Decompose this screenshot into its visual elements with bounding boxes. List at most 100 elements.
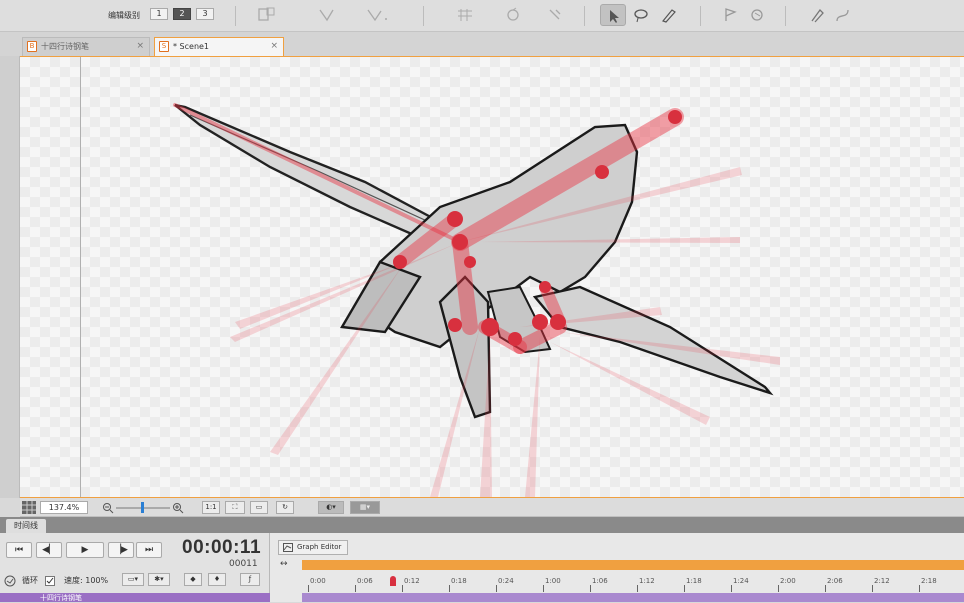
playhead[interactable] <box>390 576 396 586</box>
ruler-label: 1:00 <box>545 577 561 585</box>
fit-window-icon[interactable]: ⛶ <box>225 501 245 514</box>
frame-number: 00011 <box>229 559 258 569</box>
ruler-label: 1:24 <box>733 577 749 585</box>
level-1-button[interactable]: 1 <box>150 8 168 20</box>
ruler-tick <box>543 585 544 592</box>
onion-skin-icon[interactable] <box>4 575 16 587</box>
timeline-header: 时间线 <box>0 517 964 533</box>
bone-joint[interactable] <box>393 255 407 269</box>
loop-checkbox[interactable] <box>45 576 55 586</box>
rotate-tool-icon[interactable] <box>500 4 526 26</box>
go-to-end-button[interactable]: ⏭ <box>136 542 162 558</box>
scene-icon: S <box>159 41 169 52</box>
transform-tool-icon[interactable] <box>254 4 280 26</box>
ruler-tick <box>449 585 450 592</box>
ruler-tick <box>637 585 638 592</box>
work-area-bar[interactable] <box>302 560 964 570</box>
zoom-slider-knob[interactable] <box>141 502 144 513</box>
flag-tool-icon[interactable] <box>718 4 744 26</box>
time-ruler[interactable]: 0:00 0:06 0:12 0:18 0:24 1:00 1:06 1:12 1:18 1:24… <box>302 575 964 592</box>
curve-tool-icon[interactable] <box>830 4 856 26</box>
select-tool-icon[interactable] <box>600 4 626 26</box>
expand-arrows-icon[interactable]: ↔ <box>280 559 288 569</box>
ruler-label: 2:12 <box>874 577 890 585</box>
toolbar-divider <box>235 6 236 26</box>
pen-tool-icon[interactable] <box>804 4 830 26</box>
bone-joint[interactable] <box>595 165 609 179</box>
rigged-hand-artwork[interactable] <box>20 57 964 498</box>
eraser-icon[interactable]: ◆ <box>184 573 202 586</box>
zoom-out-icon[interactable] <box>102 502 114 514</box>
tab-label: * Scene1 <box>173 42 210 51</box>
bone-add-tool-icon[interactable] <box>314 4 340 26</box>
bone-joint[interactable] <box>532 314 548 330</box>
graph-icon <box>283 543 293 552</box>
graph-editor-label: Graph Editor <box>297 543 342 551</box>
curve-icon[interactable]: ƒ <box>240 573 260 586</box>
graph-editor-button[interactable]: Graph Editor <box>278 540 349 555</box>
bone-joint[interactable] <box>539 281 551 293</box>
tab-label: 十四行诗钢笔 <box>41 42 89 51</box>
document-tab-bar: B 十四行诗钢笔 × S * Scene1 × <box>0 32 964 56</box>
play-button[interactable]: ▶ <box>66 542 104 558</box>
display-mode-icon[interactable]: ▭▾ <box>122 573 144 586</box>
go-to-start-button[interactable]: ⏮ <box>6 542 32 558</box>
grid-icon[interactable] <box>22 501 36 514</box>
left-panel-strip <box>0 56 20 498</box>
scene-canvas[interactable] <box>20 56 964 498</box>
mesh-tool-icon[interactable] <box>452 4 478 26</box>
bone-chain-tool-icon[interactable] <box>362 4 388 26</box>
brush-tool-icon[interactable] <box>656 4 682 26</box>
ruler-tick <box>825 585 826 592</box>
actual-size-button[interactable]: 1:1 <box>202 501 220 514</box>
bone-flag-tool-icon[interactable] <box>744 4 770 26</box>
bone-joint[interactable] <box>464 256 476 268</box>
ruler-tick <box>308 585 309 592</box>
toolbar-divider <box>785 6 786 26</box>
pin-tool-icon[interactable] <box>542 4 568 26</box>
ruler-label: 2:18 <box>921 577 937 585</box>
lasso-tool-icon[interactable] <box>628 4 654 26</box>
ruler-tick <box>731 585 732 592</box>
view-mode-toggle-icon[interactable]: ◐▾ <box>318 501 344 514</box>
settings-icon[interactable]: ✱▾ <box>148 573 170 586</box>
fit-width-icon[interactable]: ▭ <box>250 501 268 514</box>
ruler-label: 1:18 <box>686 577 702 585</box>
ruler-label: 1:12 <box>639 577 655 585</box>
ruler-tick <box>496 585 497 592</box>
bone-joint[interactable] <box>481 318 499 336</box>
step-back-button[interactable]: ◀▏ <box>36 542 62 558</box>
level-2-button[interactable]: 2 <box>173 8 191 20</box>
zoom-in-icon[interactable] <box>172 502 184 514</box>
zoom-level-field[interactable]: 137.4% <box>40 501 88 514</box>
layer-row[interactable]: 十四行诗钢笔 <box>0 593 270 602</box>
bone-joint[interactable] <box>550 314 566 330</box>
bone-joint[interactable] <box>447 211 463 227</box>
bone-joint[interactable] <box>452 234 468 250</box>
toolbar-divider <box>584 6 585 26</box>
layer-track[interactable] <box>302 593 964 602</box>
bone-joint[interactable] <box>668 110 682 124</box>
ruler-tick <box>590 585 591 592</box>
bone-joint[interactable] <box>448 318 462 332</box>
tab-scene1[interactable]: S * Scene1 × <box>154 37 284 56</box>
edit-level-label: 编辑级别 <box>108 11 140 20</box>
tab-document-pen[interactable]: B 十四行诗钢笔 × <box>22 37 150 56</box>
close-icon[interactable]: × <box>136 38 144 55</box>
ruler-tick <box>355 585 356 592</box>
marker-icon[interactable]: ♦ <box>208 573 226 586</box>
ruler-tick <box>778 585 779 592</box>
pen-tip-artwork <box>532 285 774 396</box>
speed-label[interactable]: 速度: 100% <box>64 575 108 586</box>
ruler-label: 0:00 <box>310 577 326 585</box>
level-3-button[interactable]: 3 <box>196 8 214 20</box>
tab-timeline[interactable]: 时间线 <box>6 519 46 533</box>
timeline-options: 循环 速度: 100% ▭▾ ✱▾ ◆ ♦ ƒ <box>4 573 266 589</box>
rotate-view-icon[interactable]: ↻ <box>276 501 294 514</box>
ruler-label: 2:06 <box>827 577 843 585</box>
canvas-status-bar: 137.4% 1:1 ⛶ ▭ ↻ ◐▾ ▦▾ <box>20 498 964 517</box>
view-option-icon[interactable]: ▦▾ <box>350 501 380 514</box>
step-forward-button[interactable]: ▕▶ <box>108 542 134 558</box>
bone-joint[interactable] <box>508 332 522 346</box>
close-icon[interactable]: × <box>270 38 278 55</box>
